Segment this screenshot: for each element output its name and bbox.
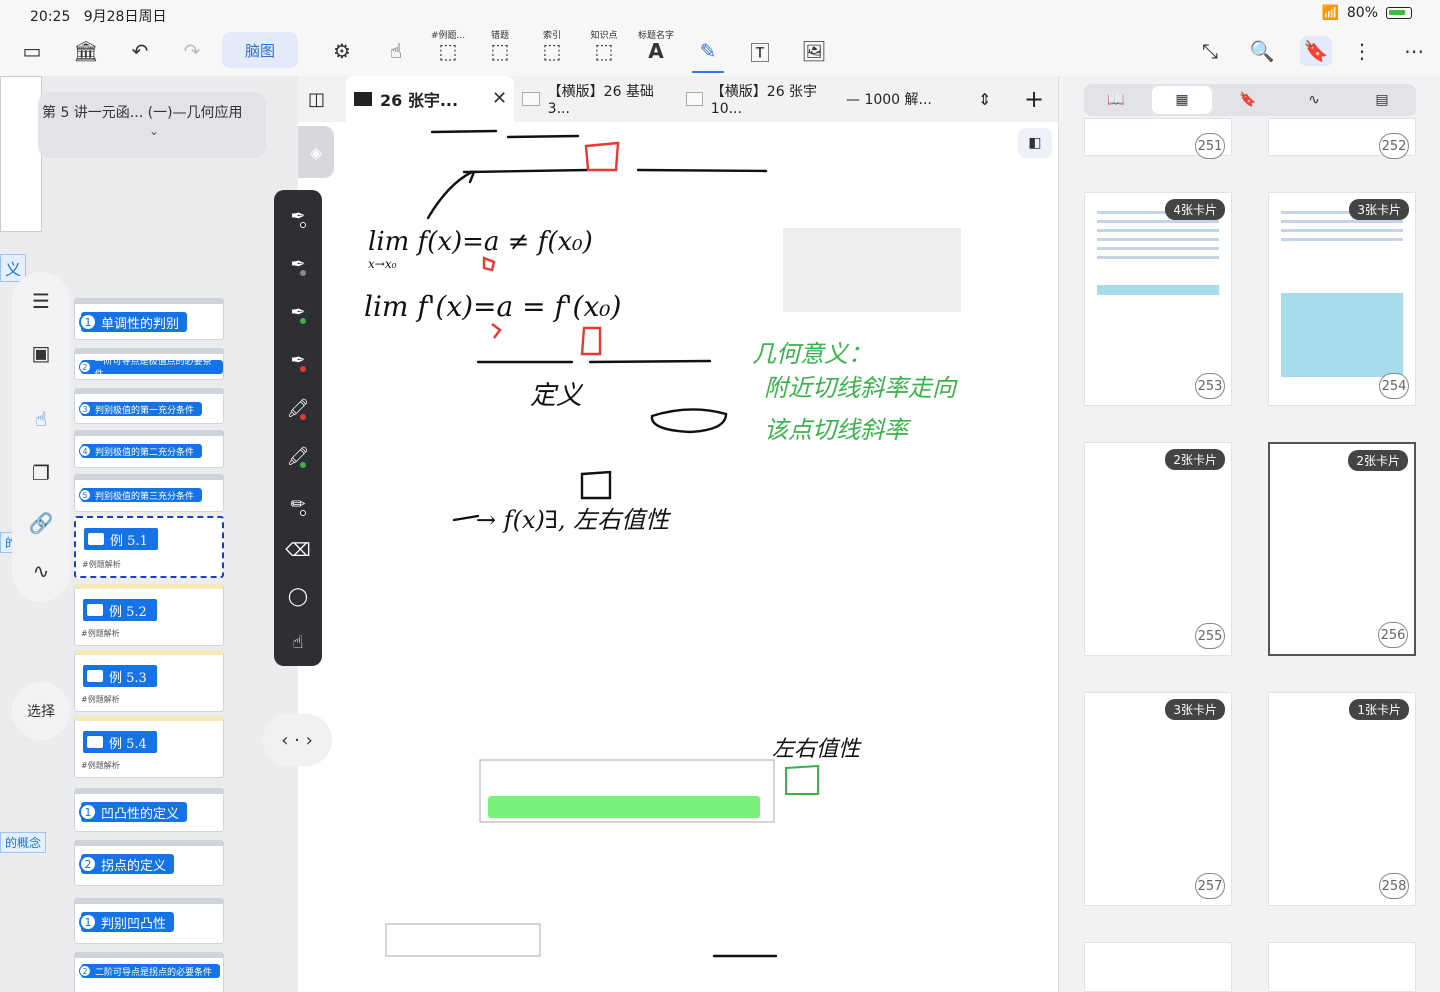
page-thumbnail[interactable]: 251: [1084, 118, 1232, 159]
layers-icon[interactable]: ◈: [298, 126, 334, 178]
pen-green-icon[interactable]: ✒: [284, 298, 312, 326]
highlighter-green-icon[interactable]: 🖍: [284, 442, 312, 470]
highlighter-red-icon[interactable]: 🖍: [284, 394, 312, 422]
handwriting-point-slope: 该点切线斜率: [764, 416, 912, 444]
fountain-pen-icon[interactable]: ✒: [284, 202, 312, 230]
page-thumbnail[interactable]: 1张卡片 258: [1268, 692, 1416, 906]
ink-filter-icon[interactable]: ∿: [1284, 86, 1344, 114]
page-thumbnail[interactable]: 252: [1268, 118, 1416, 159]
eraser-icon[interactable]: ⌫: [284, 536, 312, 564]
panel-toggle-icon[interactable]: ◧: [1018, 128, 1052, 158]
book-view-icon[interactable]: 📖: [1086, 86, 1146, 114]
touch-hand-icon[interactable]: ☝: [284, 628, 312, 656]
page-thumbnail[interactable]: [1268, 942, 1416, 992]
handwriting-line-2: lim f'(x)=a = f'(x₀): [364, 290, 621, 323]
pencil-icon[interactable]: ✏: [284, 490, 312, 518]
pen-red-icon[interactable]: ✒: [284, 346, 312, 374]
page-thumbnail[interactable]: [1084, 942, 1232, 992]
page-thumbnail[interactable]: 2张卡片 255: [1084, 442, 1232, 656]
handwriting-bottom-note: 左右值性: [772, 737, 862, 762]
lasso-icon[interactable]: ◯: [284, 582, 312, 610]
handwriting-line-1: lim f(x)=a ≠ f(x₀): [368, 227, 593, 257]
page-thumbnail[interactable]: 3张卡片 254: [1268, 192, 1416, 406]
notes-icon[interactable]: ▤: [1352, 86, 1412, 114]
page-thumbnail[interactable]: 3张卡片 257: [1084, 692, 1232, 906]
page-thumbnail-current[interactable]: 2张卡片 256: [1268, 442, 1416, 656]
right-panel-tabs: 📖 ▦ 🔖 ∿ ▤: [1084, 84, 1416, 116]
ink-toolbar: ✒ ✒ ✒ ✒ 🖍 🖍 ✏ ⌫ ◯ ☝: [274, 190, 322, 666]
page-nav-button[interactable]: ‹ · ›: [262, 714, 332, 766]
handwriting-geometric-meaning: 几何意义：: [752, 340, 872, 368]
grid-view-icon[interactable]: ▦: [1152, 86, 1212, 114]
page-thumbnail[interactable]: 4张卡片 253: [1084, 192, 1232, 406]
bookmark-icon[interactable]: 🔖: [1218, 86, 1278, 114]
fountain-pen-gray-icon[interactable]: ✒: [284, 250, 312, 278]
handwriting-nearby-slope: 附近切线斜率走向: [764, 374, 958, 402]
handwriting-definition: 定义: [530, 381, 584, 411]
handwriting-exists: → f(x)∃, 左右值性: [476, 506, 671, 534]
handwriting-sub-1: x→x₀: [368, 257, 397, 271]
